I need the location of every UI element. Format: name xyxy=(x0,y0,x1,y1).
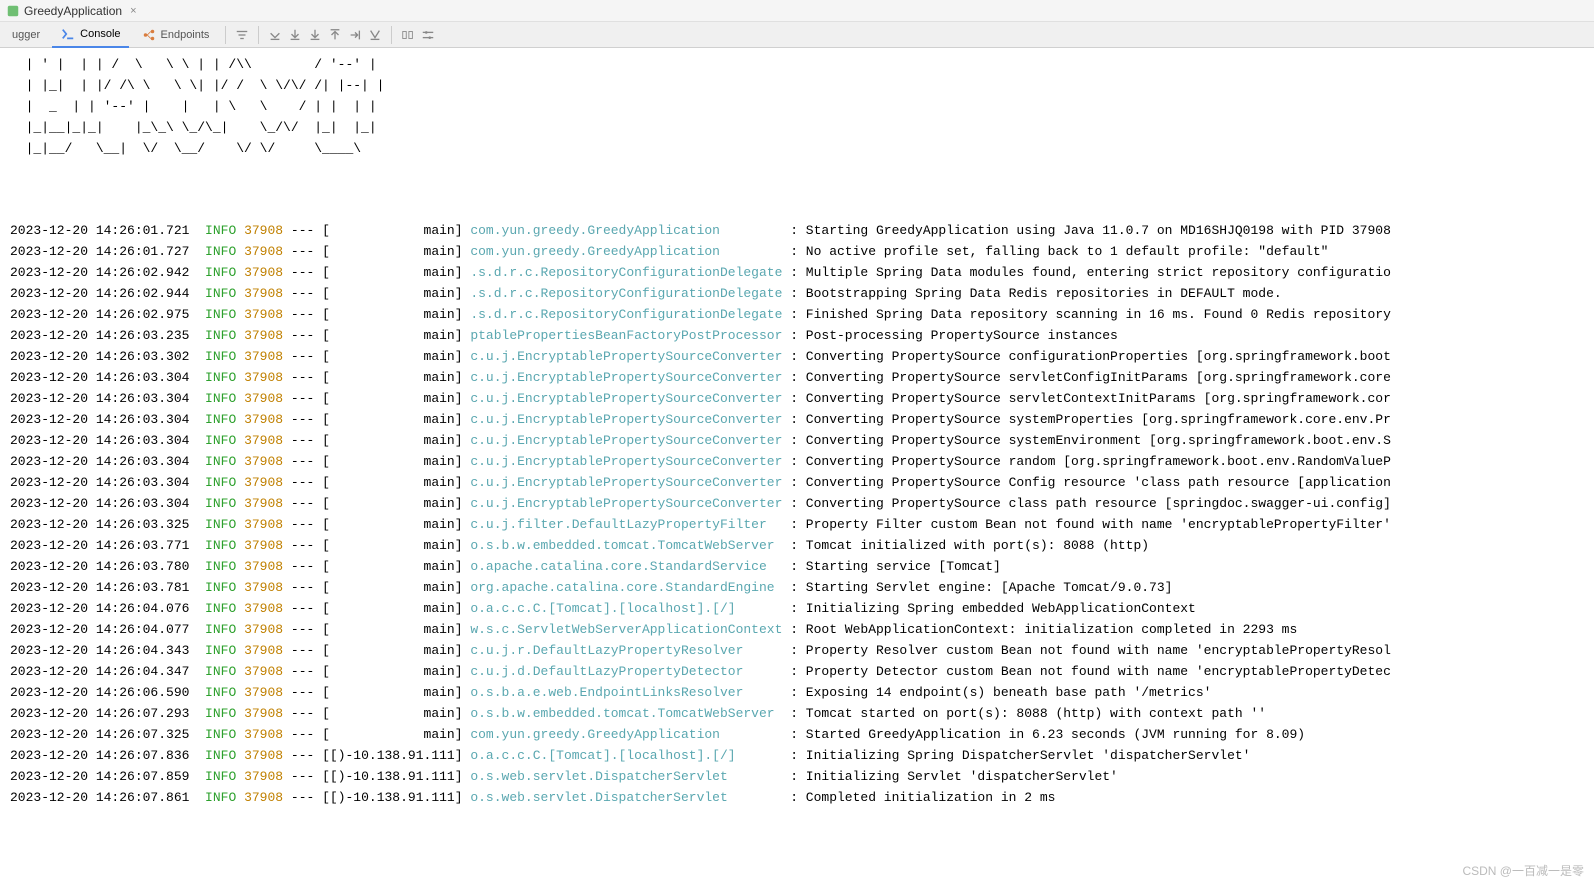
tab-debugger[interactable]: ugger xyxy=(4,22,48,48)
download2-icon[interactable] xyxy=(307,27,323,43)
log-line: 2023-12-20 14:26:07.861 INFO 37908 --- [… xyxy=(10,787,1590,808)
clear-icon[interactable] xyxy=(367,27,383,43)
watermark: CSDN @一百减一是零 xyxy=(1462,862,1584,879)
log-line: 2023-12-20 14:26:04.347 INFO 37908 --- [… xyxy=(10,661,1590,682)
toolbar-separator xyxy=(258,26,259,44)
download-icon[interactable] xyxy=(287,27,303,43)
filter-icon[interactable] xyxy=(234,27,250,43)
log-line: 2023-12-20 14:26:03.235 INFO 37908 --- [… xyxy=(10,325,1590,346)
tab-debugger-label: ugger xyxy=(12,29,40,41)
log-line: 2023-12-20 14:26:03.771 INFO 37908 --- [… xyxy=(10,535,1590,556)
log-line: 2023-12-20 14:26:07.859 INFO 37908 --- [… xyxy=(10,766,1590,787)
log-line: 2023-12-20 14:26:03.304 INFO 37908 --- [… xyxy=(10,409,1590,430)
log-line: 2023-12-20 14:26:01.727 INFO 37908 --- [… xyxy=(10,241,1590,262)
tab-console-label: Console xyxy=(80,28,120,40)
window-title: GreedyApplication xyxy=(24,4,122,18)
log-line: 2023-12-20 14:26:03.304 INFO 37908 --- [… xyxy=(10,388,1590,409)
scroll-end-icon[interactable] xyxy=(267,27,283,43)
title-bar: GreedyApplication × xyxy=(0,0,1594,22)
log-line: 2023-12-20 14:26:07.836 INFO 37908 --- [… xyxy=(10,745,1590,766)
settings-icon[interactable] xyxy=(420,27,436,43)
log-line: 2023-12-20 14:26:02.975 INFO 37908 --- [… xyxy=(10,304,1590,325)
log-line: 2023-12-20 14:26:03.781 INFO 37908 --- [… xyxy=(10,577,1590,598)
console-icon xyxy=(60,26,76,42)
soft-wrap-icon[interactable] xyxy=(400,27,416,43)
log-line: 2023-12-20 14:26:03.304 INFO 37908 --- [… xyxy=(10,493,1590,514)
tab-endpoints-label: Endpoints xyxy=(161,29,210,41)
app-icon xyxy=(6,4,20,18)
endpoints-icon xyxy=(141,27,157,43)
log-line: 2023-12-20 14:26:01.721 INFO 37908 --- [… xyxy=(10,220,1590,241)
log-line: 2023-12-20 14:26:03.304 INFO 37908 --- [… xyxy=(10,430,1590,451)
tab-endpoints[interactable]: Endpoints xyxy=(133,22,218,48)
log-line: 2023-12-20 14:26:07.325 INFO 37908 --- [… xyxy=(10,724,1590,745)
log-line: 2023-12-20 14:26:03.302 INFO 37908 --- [… xyxy=(10,346,1590,367)
ascii-banner: | ' | | | / \ \ \ | | /\\ / '--' | | |_|… xyxy=(10,54,1590,159)
log-line: 2023-12-20 14:26:04.343 INFO 37908 --- [… xyxy=(10,640,1590,661)
log-line: 2023-12-20 14:26:03.780 INFO 37908 --- [… xyxy=(10,556,1590,577)
tab-console[interactable]: Console xyxy=(52,22,128,48)
upload-icon[interactable] xyxy=(327,27,343,43)
log-line: 2023-12-20 14:26:04.076 INFO 37908 --- [… xyxy=(10,598,1590,619)
log-line: 2023-12-20 14:26:06.590 INFO 37908 --- [… xyxy=(10,682,1590,703)
export-icon[interactable] xyxy=(347,27,363,43)
toolbar-separator xyxy=(391,26,392,44)
log-line: 2023-12-20 14:26:03.304 INFO 37908 --- [… xyxy=(10,451,1590,472)
log-line: 2023-12-20 14:26:03.304 INFO 37908 --- [… xyxy=(10,367,1590,388)
toolbar-separator xyxy=(225,26,226,44)
close-tab-icon[interactable]: × xyxy=(130,5,136,17)
log-line: 2023-12-20 14:26:07.293 INFO 37908 --- [… xyxy=(10,703,1590,724)
log-line: 2023-12-20 14:26:02.944 INFO 37908 --- [… xyxy=(10,283,1590,304)
log-line: 2023-12-20 14:26:04.077 INFO 37908 --- [… xyxy=(10,619,1590,640)
log-line: 2023-12-20 14:26:02.942 INFO 37908 --- [… xyxy=(10,262,1590,283)
console-output[interactable]: | ' | | | / \ \ \ | | /\\ / '--' | | |_|… xyxy=(0,48,1594,814)
log-line: 2023-12-20 14:26:03.325 INFO 37908 --- [… xyxy=(10,514,1590,535)
log-line: 2023-12-20 14:26:03.304 INFO 37908 --- [… xyxy=(10,472,1590,493)
toolbar: ugger Console Endpoints xyxy=(0,22,1594,48)
